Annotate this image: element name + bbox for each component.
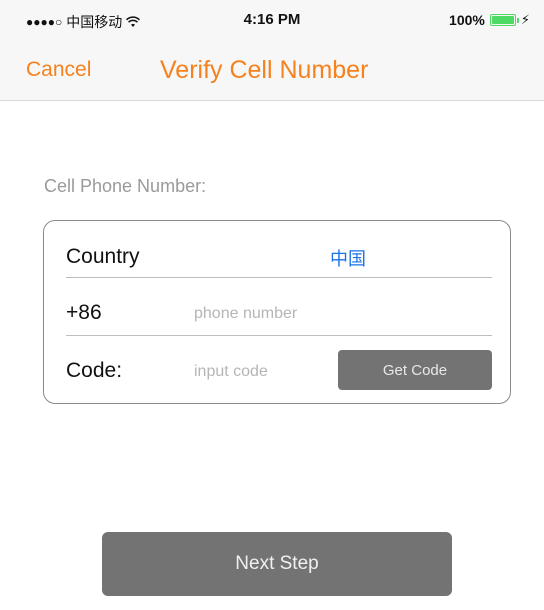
cancel-button[interactable]: Cancel — [26, 58, 91, 82]
page-title: Verify Cell Number — [160, 56, 369, 84]
code-row: Code: Get Code — [66, 347, 492, 393]
country-label: Country — [66, 245, 140, 268]
phone-form-card: Country 中国 +86 Code: Get Code — [43, 220, 511, 404]
charging-icon: ⚡ — [520, 12, 530, 27]
next-step-button[interactable]: Next Step — [102, 532, 452, 596]
section-label: Cell Phone Number: — [44, 176, 207, 196]
phone-row: +86 — [66, 289, 492, 336]
dial-code: +86 — [66, 301, 102, 324]
get-code-button[interactable]: Get Code — [338, 350, 492, 390]
phone-number-input[interactable] — [194, 303, 474, 325]
country-row[interactable]: Country 中国 — [66, 233, 492, 278]
battery-percent: 100% — [449, 12, 485, 28]
navigation-bar: Cancel Verify Cell Number — [0, 34, 544, 101]
country-selector[interactable]: 中国 — [330, 245, 366, 271]
verification-code-input[interactable] — [194, 361, 334, 383]
code-label: Code: — [66, 359, 123, 382]
status-right: 100% ⚡ — [449, 12, 530, 28]
status-bar: ●●●●○ 中国移动 4:16 PM 100% ⚡ — [0, 0, 544, 34]
battery-icon — [489, 14, 519, 26]
